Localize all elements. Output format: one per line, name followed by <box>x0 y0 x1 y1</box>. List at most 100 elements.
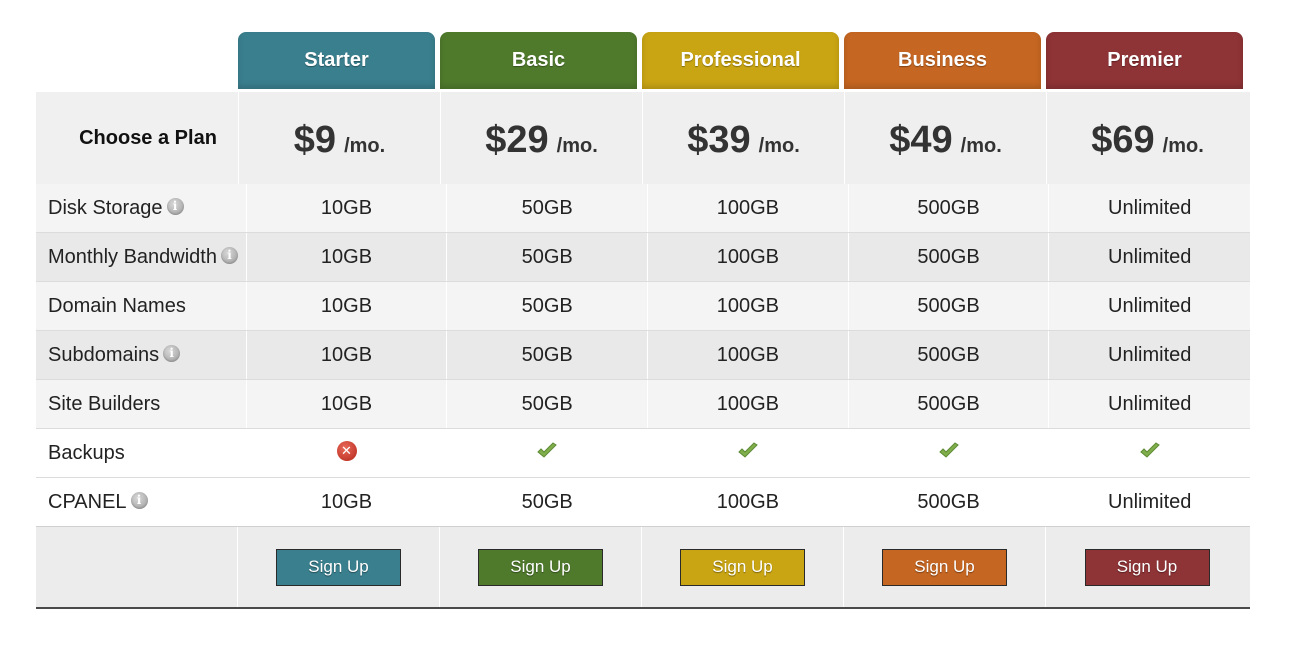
feature-value-text: 500GB <box>917 392 980 415</box>
feature-value-text: 500GB <box>917 490 980 513</box>
signup-button-business[interactable]: Sign Up <box>882 548 1007 586</box>
feature-row-domain-names: Domain Names 10GB 50GB 100GB 500GB Unlimited <box>36 281 1250 330</box>
feature-value-text: 100GB <box>716 343 779 366</box>
feature-label: Backups <box>48 441 125 464</box>
feature-value: 500GB <box>849 184 1050 232</box>
price-cell-professional: $39/mo. <box>642 92 844 184</box>
feature-row-subdomains: Subdomains i 10GB 50GB 100GB 500GB Unlimited <box>36 330 1250 379</box>
feature-value: 50GB <box>447 282 649 330</box>
feature-label: Subdomains <box>48 343 160 366</box>
feature-value-text: 10GB <box>320 294 373 317</box>
price-unit: /mo. <box>758 134 800 157</box>
check-icon <box>648 429 849 477</box>
feature-name: Subdomains i <box>36 331 247 379</box>
check-icon <box>938 442 959 458</box>
check-icon <box>1139 442 1160 458</box>
price-cell-starter: $9/mo. <box>238 92 440 184</box>
info-icon[interactable]: i <box>130 491 148 509</box>
feature-value-text: 100GB <box>716 245 779 268</box>
feature-value: 500GB <box>849 282 1050 330</box>
feature-value: Unlimited <box>1049 380 1250 428</box>
signup-button-starter[interactable]: Sign Up <box>276 548 401 586</box>
feature-row-disk-storage: Disk Storage i 10GB 50GB 100GB 500GB Unlimited <box>36 184 1250 232</box>
price-amount: $39 <box>687 118 751 161</box>
feature-value: ✕ <box>247 429 448 477</box>
feature-row-monthly-bandwidth: Monthly Bandwidth i 10GB 50GB 100GB 500GB Unli… <box>36 232 1250 281</box>
price-cell-premier: $69/mo. <box>1046 92 1248 184</box>
feature-value: 50GB <box>447 233 649 281</box>
info-icon[interactable]: i <box>166 197 184 215</box>
feature-name: Domain Names <box>36 282 247 330</box>
feature-value: Unlimited <box>1049 282 1250 330</box>
feature-value-text: Unlimited <box>1108 490 1192 513</box>
plan-tab-starter[interactable]: Starter <box>238 32 435 89</box>
feature-value-text: 100GB <box>716 392 779 415</box>
feature-value: 10GB <box>247 331 448 379</box>
feature-value-text: 50GB <box>521 343 573 366</box>
feature-value: 10GB <box>247 233 448 281</box>
feature-value: 50GB <box>447 478 649 526</box>
feature-value: 100GB <box>648 478 849 526</box>
feature-value: 50GB <box>447 331 649 379</box>
price-unit: /mo. <box>344 134 386 157</box>
feature-value: Unlimited <box>1049 233 1250 281</box>
feature-value: 10GB <box>247 380 448 428</box>
feature-value-text: Unlimited <box>1108 343 1192 366</box>
feature-name: Disk Storage i <box>36 184 247 232</box>
price-amount: $29 <box>485 118 549 161</box>
price-cell-basic: $29/mo. <box>440 92 642 184</box>
info-icon[interactable]: i <box>220 246 238 264</box>
feature-value-text: Unlimited <box>1108 294 1192 317</box>
feature-value-text: 100GB <box>716 490 779 513</box>
price-amount: $49 <box>889 118 953 161</box>
feature-value: 500GB <box>849 331 1050 379</box>
feature-value-text: 500GB <box>917 245 980 268</box>
feature-name: CPANEL i <box>36 478 247 526</box>
feature-label: Site Builders <box>48 392 161 415</box>
feature-value-text: 10GB <box>320 490 373 513</box>
feature-value: 500GB <box>849 233 1050 281</box>
feature-value-text: 10GB <box>320 343 373 366</box>
pricing-table: Starter Basic Professional Business Premier … <box>36 32 1250 609</box>
signup-cell: Sign Up <box>642 527 844 607</box>
plan-tab-professional[interactable]: Professional <box>642 32 839 89</box>
plan-tab-premier[interactable]: Premier <box>1046 32 1243 89</box>
choose-plan-label: Choose a Plan <box>36 92 238 184</box>
feature-value: 100GB <box>648 380 849 428</box>
signup-button-premier[interactable]: Sign Up <box>1084 548 1210 586</box>
signup-row: Sign Up Sign Up Sign Up Sign Up Sign Up <box>36 526 1250 609</box>
feature-value-text: 50GB <box>521 196 573 219</box>
plan-tab-business[interactable]: Business <box>844 32 1041 89</box>
feature-row-cpanel: CPANEL i 10GB 50GB 100GB 500GB Unlimited <box>36 477 1250 526</box>
feature-value: 100GB <box>648 184 849 232</box>
signup-button-basic[interactable]: Sign Up <box>478 548 603 586</box>
feature-value: Unlimited <box>1049 331 1250 379</box>
signup-cell: Sign Up <box>238 527 440 607</box>
signup-button-professional[interactable]: Sign Up <box>680 548 805 586</box>
feature-value: 10GB <box>247 282 448 330</box>
price-unit: /mo. <box>960 134 1002 157</box>
feature-value-text: 50GB <box>521 294 573 317</box>
feature-value-text: 500GB <box>917 196 980 219</box>
feature-name: Backups <box>36 429 247 477</box>
feature-label: CPANEL <box>48 490 127 513</box>
info-icon[interactable]: i <box>163 344 181 362</box>
price-cell-business: $49/mo. <box>844 92 1046 184</box>
check-icon <box>537 442 557 458</box>
signup-cell: Sign Up <box>844 527 1046 607</box>
feature-value: 500GB <box>849 478 1050 526</box>
feature-value-text: Unlimited <box>1108 245 1192 268</box>
price-unit: /mo. <box>556 134 598 157</box>
feature-value: 100GB <box>648 282 849 330</box>
price-unit: /mo. <box>1162 134 1204 157</box>
x-circle-icon: ✕ <box>336 441 357 461</box>
signup-cell: Sign Up <box>1046 527 1248 607</box>
feature-value: Unlimited <box>1049 184 1250 232</box>
feature-value: 100GB <box>648 233 849 281</box>
plan-tab-basic[interactable]: Basic <box>440 32 637 89</box>
feature-value-text: 500GB <box>917 294 980 317</box>
feature-row-site-builders: Site Builders 10GB 50GB 100GB 500GB Unlimited <box>36 379 1250 428</box>
feature-value-text: 500GB <box>917 343 980 366</box>
feature-value-text: Unlimited <box>1108 392 1192 415</box>
feature-list: Disk Storage i 10GB 50GB 100GB 500GB Unlimited… <box>36 184 1250 526</box>
